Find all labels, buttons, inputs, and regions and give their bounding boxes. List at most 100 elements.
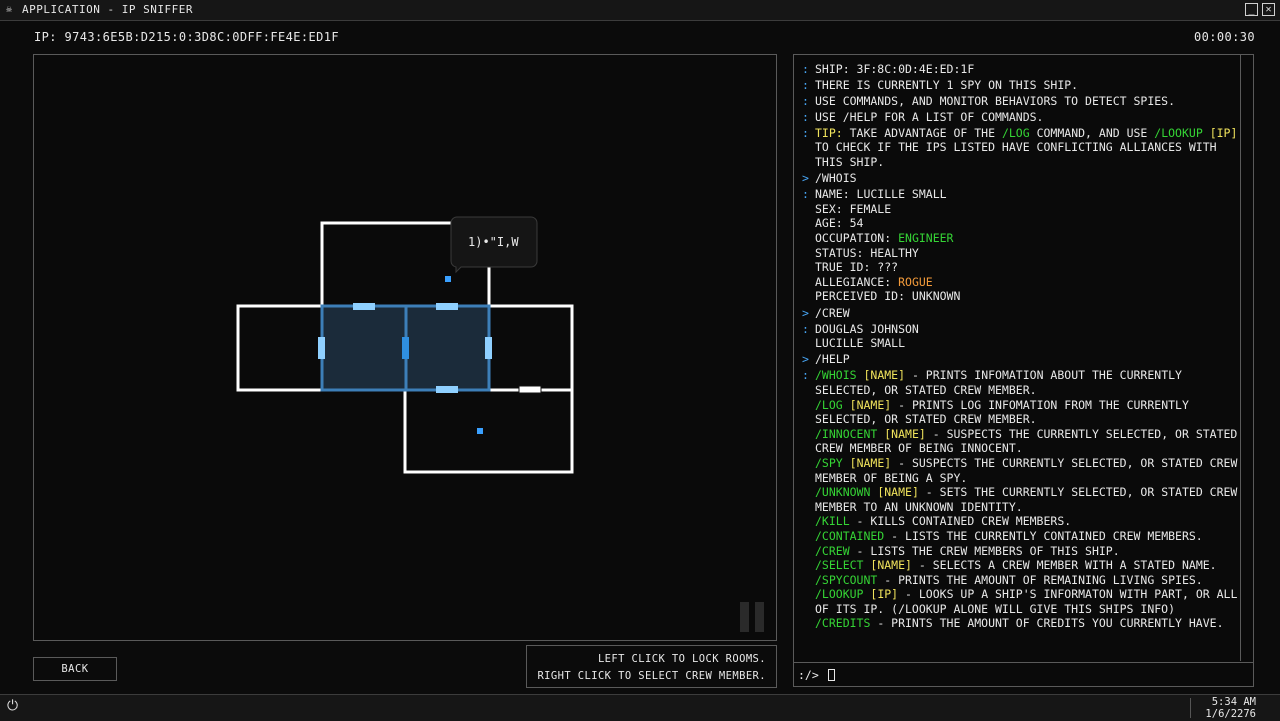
console-text: /SPYCOUNT xyxy=(815,572,878,587)
room-locked-1[interactable] xyxy=(323,306,405,389)
console-text: - PRINTS THE AMOUNT OF REMAINING LIVING … xyxy=(877,572,1203,587)
console-text: - KILLS CONTAINED CREW MEMBERS. xyxy=(849,514,1072,529)
console-text: [NAME] xyxy=(849,455,892,470)
console-text: [IP] xyxy=(1209,125,1238,140)
console-line: /SPYCOUNT - PRINTS THE AMOUNT OF REMAINI… xyxy=(802,573,1240,588)
console-text: ENGINEER xyxy=(898,231,954,246)
console-text: [NAME] xyxy=(870,558,912,573)
console-line: /LOG [NAME] - PRINTS LOG INFOMATION FROM… xyxy=(802,398,1240,427)
hint-select-crew: RIGHT CLICK TO SELECT CREW MEMBER. xyxy=(537,670,766,682)
door[interactable] xyxy=(436,386,458,393)
door[interactable] xyxy=(318,337,325,359)
console-line: : SHIP: 3F:8C:0D:4E:ED:1F xyxy=(802,62,1240,77)
console-text: - LISTS THE CREW MEMBERS OF THIS SHIP. xyxy=(849,543,1120,558)
console-text: TIP: xyxy=(815,125,850,140)
console-line: : NAME: LUCILLE SMALL xyxy=(802,187,1240,202)
crew-speech-bubble: 1)•"I,W xyxy=(450,216,538,274)
minimize-button[interactable]: _ xyxy=(1245,3,1258,16)
room-locked-2[interactable] xyxy=(407,306,489,389)
console-text: [IP] xyxy=(870,587,899,602)
console-line: TRUE ID: ??? xyxy=(802,260,1240,275)
console-text: [NAME] xyxy=(877,485,919,500)
command-echo-marker: > xyxy=(802,352,809,367)
output-marker: : xyxy=(802,368,809,383)
ship-map[interactable]: 1)•"I,W xyxy=(34,55,778,642)
console-text: /SELECT xyxy=(815,558,864,573)
back-button[interactable]: BACK xyxy=(33,657,117,681)
console-line: /LOOKUP [IP] - LOOKS UP A SHIP'S INFORMA… xyxy=(802,587,1240,616)
console-text: /CREW xyxy=(815,543,850,558)
console-scrollbar[interactable] xyxy=(1240,55,1241,661)
console-text: /CREW xyxy=(815,305,850,320)
output-marker: : xyxy=(802,77,809,92)
controls-hint: LEFT CLICK TO LOCK ROOMS. RIGHT CLICK TO… xyxy=(526,645,777,688)
console-line: /CREW - LISTS THE CREW MEMBERS OF THIS S… xyxy=(802,544,1240,559)
console-line: > /HELP xyxy=(802,352,1240,367)
console-text: AGE: 54 xyxy=(815,216,864,231)
console-line: /UNKNOWN [NAME] - SETS THE CURRENTLY SEL… xyxy=(802,485,1240,514)
console-text: /LOOKUP xyxy=(1154,125,1203,140)
door[interactable] xyxy=(485,337,492,359)
console-text: [NAME] xyxy=(884,426,926,441)
console-text: NAME: LUCILLE SMALL xyxy=(815,187,947,202)
crew-member-marker[interactable] xyxy=(445,276,451,282)
console-text: /INNOCENT xyxy=(815,426,878,441)
console-text: /LOG xyxy=(815,397,843,412)
output-marker: : xyxy=(802,61,809,76)
console-text: ALLEGIANCE: xyxy=(815,274,899,289)
console-line: : TIP: TAKE ADVANTAGE OF THE /LOG COMMAND… xyxy=(802,126,1240,170)
output-marker: : xyxy=(802,321,809,336)
output-marker: : xyxy=(802,93,809,108)
console-line: :/WHOIS [NAME] - PRINTS INFOMATION ABOUT… xyxy=(802,368,1240,397)
door[interactable] xyxy=(436,303,458,310)
console-text: /SPY xyxy=(815,455,843,470)
console-line: /KILL - KILLS CONTAINED CREW MEMBERS. xyxy=(802,514,1240,529)
console-text: /KILL xyxy=(815,514,850,529)
close-button[interactable]: ✕ xyxy=(1262,3,1275,16)
console-text: USE /HELP FOR A LIST OF COMMANDS. xyxy=(815,109,1044,124)
command-input-row[interactable]: :/> xyxy=(794,662,1253,686)
console-text: [NAME] xyxy=(849,397,892,412)
speech-bubble-text: 1)•"I,W xyxy=(468,235,519,249)
door[interactable] xyxy=(402,337,409,359)
console-line: : USE COMMANDS, AND MONITOR BEHAVIORS TO … xyxy=(802,94,1240,109)
command-console[interactable]: : SHIP: 3F:8C:0D:4E:ED:1F: THERE IS CURREN… xyxy=(793,54,1254,687)
console-text: /HELP xyxy=(815,352,850,367)
pause-icon[interactable] xyxy=(740,602,764,632)
console-text: ROGUE xyxy=(898,274,933,289)
console-line: LUCILLE SMALL xyxy=(802,336,1240,351)
power-icon[interactable]: ⏻ xyxy=(7,698,18,714)
console-text: [NAME] xyxy=(863,368,906,383)
console-line: : THERE IS CURRENTLY 1 SPY ON THIS SHIP. xyxy=(802,78,1240,93)
system-clock: 5:34 AM 1/6/2276 xyxy=(1196,696,1256,720)
output-marker: : xyxy=(802,125,809,140)
console-line: /SELECT [NAME] - SELECTS A CREW MEMBER W… xyxy=(802,558,1240,573)
console-text: /UNKNOWN xyxy=(815,485,871,500)
text-cursor xyxy=(827,669,835,681)
door[interactable] xyxy=(353,303,375,310)
window-title: APPLICATION - IP SNIFFER xyxy=(22,3,193,16)
title-bar: ☠ APPLICATION - IP SNIFFER _ ✕ xyxy=(0,0,1280,21)
console-text: - LISTS THE CURRENTLY CONTAINED CREW MEM… xyxy=(884,528,1203,543)
door[interactable] xyxy=(518,385,542,394)
ship-ip-label: IP: 9743:6E5B:D215:0:3D8C:0DFF:FE4E:ED1F xyxy=(34,30,339,44)
console-line: STATUS: HEALTHY xyxy=(802,246,1240,261)
crew-member-marker[interactable] xyxy=(477,428,483,434)
command-echo-marker: > xyxy=(802,305,809,320)
console-text: /LOOKUP xyxy=(815,587,864,602)
output-marker: : xyxy=(802,187,809,202)
console-line: PERCEIVED ID: UNKNOWN xyxy=(802,289,1240,304)
tray-divider xyxy=(1190,698,1191,718)
output-marker: : xyxy=(802,109,809,124)
console-line: > /CREW xyxy=(802,306,1240,321)
console-line: OCCUPATION: ENGINEER xyxy=(802,231,1240,246)
skull-icon: ☠ xyxy=(6,4,13,15)
console-line: AGE: 54 xyxy=(802,216,1240,231)
console-text: - PRINTS THE AMOUNT OF CREDITS YOU CURRE… xyxy=(870,616,1224,631)
elapsed-timer: 00:00:30 xyxy=(1194,30,1255,44)
ship-map-panel[interactable]: 1)•"I,W xyxy=(33,54,777,641)
console-text: OCCUPATION: xyxy=(815,231,899,246)
console-text: LUCILLE SMALL xyxy=(815,336,906,351)
